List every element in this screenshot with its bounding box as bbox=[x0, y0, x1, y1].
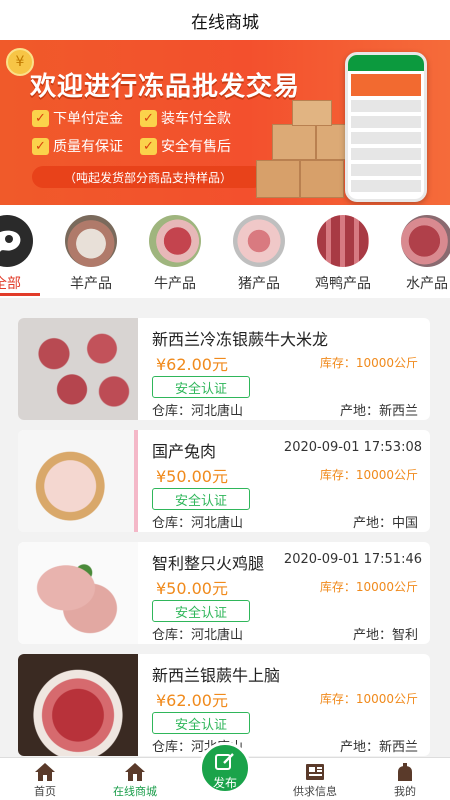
seafood-product-image bbox=[401, 215, 450, 267]
product-stock: 库存：10000公斤 bbox=[319, 692, 418, 706]
product-list[interactable]: 新西兰冷冻银蕨牛大米龙 ¥62.00元 库存：10000公斤 安全认证 仓库：河… bbox=[0, 310, 450, 757]
tab-publish[interactable]: 发布 bbox=[180, 742, 270, 800]
product-image bbox=[18, 318, 138, 420]
product-origin: 产地：新西兰 bbox=[339, 740, 418, 755]
tab-label: 我的 bbox=[394, 785, 416, 798]
feature-label: 装车付全款 bbox=[161, 111, 231, 127]
banner-headline: 欢迎进行冻品批发交易 bbox=[30, 72, 301, 102]
category-label: 牛产品 bbox=[154, 276, 196, 292]
product-stock: 库存：10000公斤 bbox=[319, 580, 418, 594]
product-price: ¥62.00元 bbox=[156, 355, 228, 374]
edit-icon bbox=[215, 753, 234, 770]
tab-supply-demand[interactable]: 供求信息 bbox=[270, 758, 360, 800]
checkmark-icon: ✓ bbox=[32, 137, 49, 155]
feature-label: 下单付定金 bbox=[53, 111, 123, 127]
safety-badge: 安全认证 bbox=[152, 600, 250, 622]
promo-banner[interactable]: ¥ 欢迎进行冻品批发交易 ✓ 下单付定金 ✓ 装车付全款 ✓ 质量有保证 ✓ 安全有售后… bbox=[0, 40, 450, 205]
category-all[interactable]: 全部 bbox=[0, 215, 40, 293]
category-label: 全部 bbox=[0, 276, 21, 292]
product-card[interactable]: 国产兔肉 2020-09-01 17:53:08 ¥50.00元 库存：1000… bbox=[18, 430, 430, 532]
user-icon bbox=[398, 763, 412, 781]
category-poultry[interactable]: 鸡鸭产品 bbox=[310, 215, 376, 293]
product-date: 2020-09-01 17:51:46 bbox=[283, 552, 422, 567]
phone-mockup bbox=[345, 52, 427, 202]
safety-badge: 安全认证 bbox=[152, 488, 250, 510]
feature-item: ✓ 安全有售后 bbox=[140, 136, 260, 156]
product-card[interactable]: 新西兰银蕨牛上脑 ¥62.00元 库存：10000公斤 安全认证 仓库：河北唐山… bbox=[18, 654, 430, 756]
checkmark-icon: ✓ bbox=[140, 137, 157, 155]
feature-label: 质量有保证 bbox=[53, 139, 123, 155]
home-icon bbox=[35, 763, 55, 781]
category-lamb[interactable]: 羊产品 bbox=[58, 215, 124, 293]
category-seafood[interactable]: 水产品 bbox=[394, 215, 450, 293]
feature-item: ✓ 下单付定金 bbox=[32, 108, 140, 128]
product-date: 2020-09-01 17:53:08 bbox=[283, 440, 422, 455]
active-category-indicator bbox=[0, 293, 40, 296]
tab-label: 在线商城 bbox=[113, 785, 157, 798]
product-stock: 库存：10000公斤 bbox=[319, 356, 418, 370]
tab-shop[interactable]: 在线商城 bbox=[90, 758, 180, 800]
product-stock: 库存：10000公斤 bbox=[319, 468, 418, 482]
product-origin: 产地：中国 bbox=[352, 516, 418, 531]
tab-mine[interactable]: 我的 bbox=[360, 758, 450, 800]
product-image bbox=[18, 430, 138, 532]
category-label: 羊产品 bbox=[70, 276, 112, 292]
product-warehouse: 仓库：河北唐山 bbox=[152, 628, 244, 643]
lamb-product-image bbox=[65, 215, 117, 267]
checkmark-icon: ✓ bbox=[140, 109, 157, 127]
product-price: ¥50.00元 bbox=[156, 467, 228, 486]
product-warehouse: 仓库：河北唐山 bbox=[152, 404, 244, 419]
product-image bbox=[18, 542, 138, 644]
product-name: 新西兰银蕨牛上脑 bbox=[152, 666, 281, 685]
publish-button[interactable]: 发布 bbox=[199, 742, 251, 794]
product-origin: 产地：智利 bbox=[352, 628, 418, 643]
tab-label: 供求信息 bbox=[293, 785, 337, 798]
newspaper-icon bbox=[306, 764, 324, 780]
page-title: 在线商城 bbox=[191, 12, 259, 33]
shop-icon bbox=[125, 763, 145, 781]
category-all-icon bbox=[0, 215, 33, 267]
category-label: 猪产品 bbox=[238, 276, 280, 292]
tab-home[interactable]: 首页 bbox=[0, 758, 90, 800]
product-image bbox=[18, 654, 138, 756]
category-pork[interactable]: 猪产品 bbox=[226, 215, 292, 293]
checkmark-icon: ✓ bbox=[32, 109, 49, 127]
pork-product-image bbox=[233, 215, 285, 267]
product-card[interactable]: 智利整只火鸡腿 2020-09-01 17:51:46 ¥50.00元 库存：1… bbox=[18, 542, 430, 644]
top-bar: 在线商城 bbox=[0, 0, 450, 40]
feature-label: 安全有售后 bbox=[161, 139, 231, 155]
category-bar: 全部 羊产品 牛产品 猪产品 鸡鸭产品 水产品 bbox=[0, 205, 450, 298]
product-name: 国产兔肉 bbox=[152, 442, 217, 461]
product-card[interactable]: 新西兰冷冻银蕨牛大米龙 ¥62.00元 库存：10000公斤 安全认证 仓库：河… bbox=[18, 318, 430, 420]
safety-badge: 安全认证 bbox=[152, 712, 250, 734]
banner-note: （吨起发货部分商品支持样品） bbox=[32, 166, 264, 188]
tab-label: 首页 bbox=[34, 785, 56, 798]
tab-label: 发布 bbox=[212, 776, 237, 790]
safety-badge: 安全认证 bbox=[152, 376, 250, 398]
beef-product-image bbox=[149, 215, 201, 267]
bottom-tab-bar: 首页 在线商城 发布 供求信息 我的 bbox=[0, 742, 450, 800]
product-origin: 产地：新西兰 bbox=[339, 404, 418, 419]
category-beef[interactable]: 牛产品 bbox=[142, 215, 208, 293]
product-name: 新西兰冷冻银蕨牛大米龙 bbox=[152, 330, 329, 349]
banner-features: ✓ 下单付定金 ✓ 装车付全款 ✓ 质量有保证 ✓ 安全有售后 bbox=[32, 108, 272, 156]
product-warehouse: 仓库：河北唐山 bbox=[152, 516, 244, 531]
product-price: ¥50.00元 bbox=[156, 579, 228, 598]
category-label: 鸡鸭产品 bbox=[315, 276, 371, 292]
product-price: ¥62.00元 bbox=[156, 691, 228, 710]
feature-item: ✓ 质量有保证 bbox=[32, 136, 140, 156]
category-label: 水产品 bbox=[406, 276, 448, 292]
feature-item: ✓ 装车付全款 bbox=[140, 108, 260, 128]
product-name: 智利整只火鸡腿 bbox=[152, 554, 265, 573]
poultry-product-image bbox=[317, 215, 369, 267]
